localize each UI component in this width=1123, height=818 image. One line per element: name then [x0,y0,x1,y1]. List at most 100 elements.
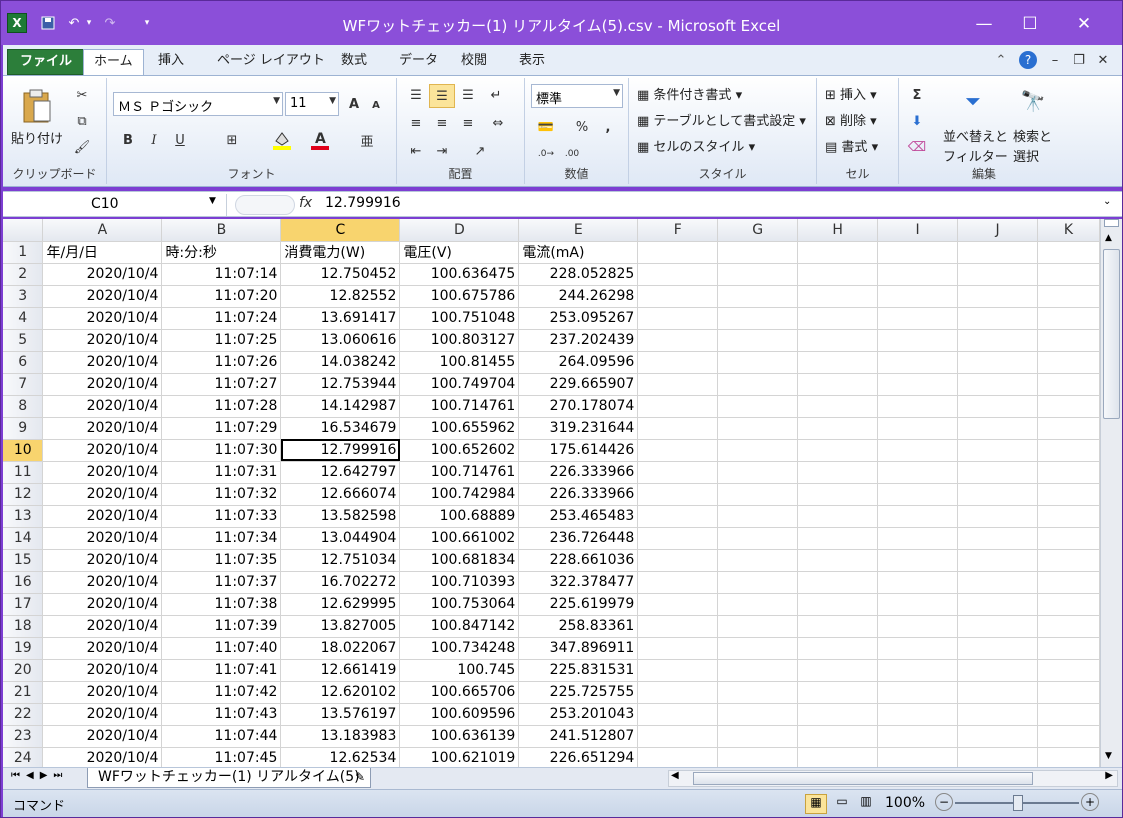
cell[interactable]: 100.751048 [399,307,520,330]
cell[interactable] [1037,549,1100,572]
cell[interactable] [717,285,799,308]
cell[interactable] [1037,351,1100,374]
column-header-e[interactable]: E [518,219,639,242]
cell[interactable] [957,351,1038,374]
cell[interactable] [717,417,799,440]
cell[interactable]: 253.095267 [518,307,639,330]
paste-icon[interactable] [17,86,57,126]
cell[interactable]: 16.702272 [280,571,401,594]
cell[interactable] [717,725,799,748]
column-header-a[interactable]: A [42,219,163,242]
cell[interactable] [877,747,959,769]
cell[interactable]: 100.661002 [399,527,520,550]
normal-view-icon[interactable]: ▦ [805,794,827,814]
worksheet-grid[interactable]: A B C D E F G H I J K 1 年/月/日 時:分:秒 消費電力(W) 電圧(V) 電流(mA)… [3,219,1100,769]
cell[interactable]: 100.621019 [399,747,520,769]
cell[interactable] [877,241,959,264]
cell[interactable]: 11:07:43 [161,703,282,726]
tab-insert[interactable]: 挿入 [148,49,194,75]
tab-formulas[interactable]: 数式 [331,49,377,75]
cell[interactable]: 2020/10/4 [42,263,163,286]
cell[interactable] [1037,747,1100,769]
row-header[interactable]: 7 [3,373,44,396]
cell[interactable]: 11:07:40 [161,637,282,660]
cell[interactable] [877,703,959,726]
sheet-tab[interactable]: WFワットチェッカー(1) リアルタイム(5) [87,768,371,788]
row-header[interactable]: 8 [3,395,44,418]
column-header-k[interactable]: K [1037,219,1100,242]
cell[interactable] [1037,417,1100,440]
decrease-decimal-icon[interactable]: .00 [561,144,583,164]
cell[interactable] [797,483,879,506]
cell[interactable] [797,505,879,528]
wrap-text-icon[interactable]: ↵ [485,84,507,106]
cell[interactable]: 11:07:32 [161,483,282,506]
cell[interactable]: 228.661036 [518,549,639,572]
row-header[interactable]: 3 [3,285,44,308]
cell[interactable]: 100.675786 [399,285,520,308]
cell[interactable]: 2020/10/4 [42,637,163,660]
cell[interactable]: 12.629995 [280,593,401,616]
format-painter-icon[interactable]: 🖌 [73,138,91,156]
zoom-slider-thumb[interactable] [1013,795,1023,811]
cell[interactable] [637,373,719,396]
row-header[interactable]: 13 [3,505,44,528]
tab-data[interactable]: データ [389,49,448,75]
comma-button[interactable]: , [599,116,617,138]
cell[interactable]: 11:07:20 [161,285,282,308]
fill-color-icon[interactable] [269,128,295,152]
cell[interactable]: 228.052825 [518,263,639,286]
cell[interactable] [637,615,719,638]
cell[interactable]: 100.710393 [399,571,520,594]
cell[interactable]: 11:07:28 [161,395,282,418]
cell[interactable]: 16.534679 [280,417,401,440]
cell[interactable] [957,505,1038,528]
cell[interactable]: 12.620102 [280,681,401,704]
cell[interactable] [877,483,959,506]
insert-cells-button[interactable]: ⊞ 挿入 ▾ [825,84,877,103]
sort-filter-icon[interactable]: ⏷ [957,84,989,118]
cell[interactable]: 2020/10/4 [42,703,163,726]
cell[interactable] [1037,373,1100,396]
cell[interactable]: 258.83361 [518,615,639,638]
copy-icon[interactable]: ⧉ [73,112,91,130]
cell[interactable] [957,549,1038,572]
cell[interactable] [1037,241,1100,264]
cell-styles-button[interactable]: ▦ セルのスタイル ▾ [637,136,755,155]
cell[interactable] [1037,461,1100,484]
scroll-down-icon[interactable]: ▼ [1105,751,1112,761]
cell[interactable]: 11:07:42 [161,681,282,704]
cell[interactable] [797,549,879,572]
cell[interactable] [797,593,879,616]
cell[interactable] [637,307,719,330]
cell[interactable]: 100.734248 [399,637,520,660]
split-box[interactable] [1104,219,1119,227]
cell[interactable] [637,263,719,286]
cell[interactable] [717,681,799,704]
cell[interactable]: 2020/10/4 [42,351,163,374]
workbook-close-icon[interactable]: ✕ [1095,51,1111,69]
cell[interactable]: 100.68889 [399,505,520,528]
format-cells-button[interactable]: ▤ 書式 ▾ [825,136,878,155]
page-break-view-icon[interactable]: ▥ [855,794,877,814]
cell[interactable]: 2020/10/4 [42,725,163,748]
row-header[interactable]: 22 [3,703,44,726]
row-header[interactable]: 14 [3,527,44,550]
cell[interactable] [717,571,799,594]
cell[interactable]: 253.465483 [518,505,639,528]
row-header[interactable]: 16 [3,571,44,594]
align-top-icon[interactable]: ☰ [405,84,427,106]
cell[interactable]: 100.655962 [399,417,520,440]
cell[interactable] [797,307,879,330]
cell[interactable] [1037,725,1100,748]
cell[interactable]: 226.333966 [518,483,639,506]
row-header[interactable]: 4 [3,307,44,330]
cell[interactable]: 電流(mA) [518,241,639,264]
cell[interactable] [717,307,799,330]
name-box[interactable]: C10 [7,194,227,216]
cell[interactable] [1037,439,1100,462]
row-header[interactable]: 17 [3,593,44,616]
cell[interactable]: 225.725755 [518,681,639,704]
cell[interactable] [877,725,959,748]
scroll-left-icon[interactable]: ◀ [671,770,679,781]
